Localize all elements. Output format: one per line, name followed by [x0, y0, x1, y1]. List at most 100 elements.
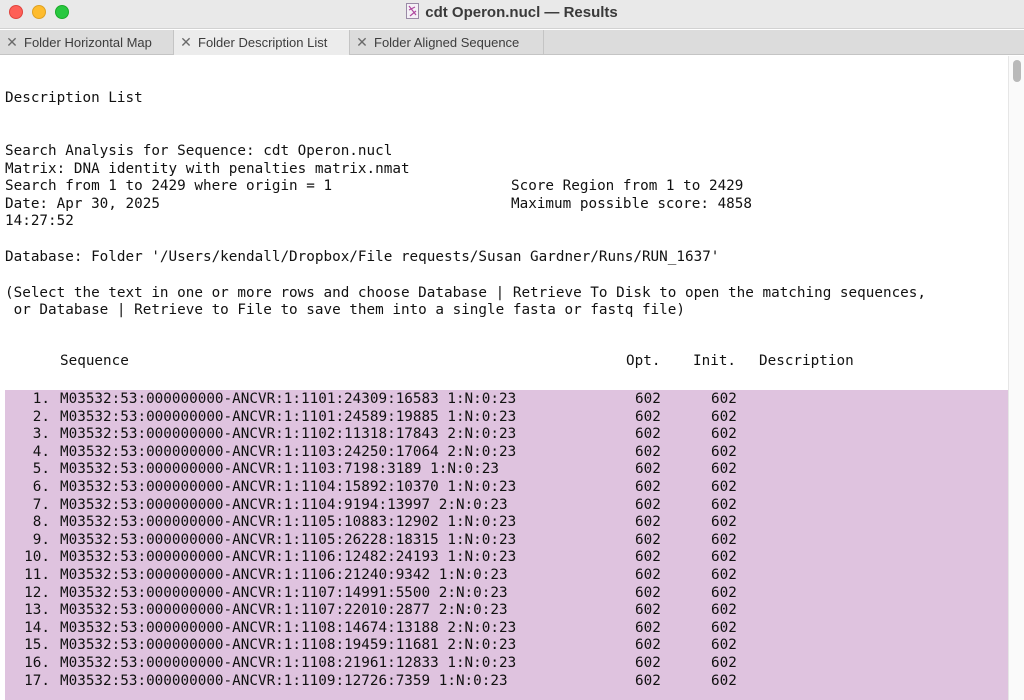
sequence-name: M03532:53:000000000-ANCVR:1:1106:12482:2… [60, 549, 517, 566]
max-score-line: Maximum possible score: 4858 [511, 195, 753, 212]
close-tab-icon[interactable]: ✕ [174, 34, 198, 51]
row-number: 15. [24, 637, 50, 654]
time-line: 14:27:52 [5, 213, 74, 230]
search-range-line: Search from 1 to 2429 where origin = 1 [5, 178, 333, 195]
sequence-name: M03532:53:000000000-ANCVR:1:1108:14674:1… [60, 619, 517, 636]
opt-score: 602 [635, 443, 661, 460]
tab-folder-horizontal-map[interactable]: ✕ Folder Horizontal Map [0, 30, 174, 55]
tab-folder-description-list[interactable]: ✕ Folder Description List [174, 30, 350, 55]
opt-score: 602 [635, 672, 661, 689]
row-number: 2. [32, 408, 50, 425]
table-row[interactable]: 11. M03532:53:000000000-ANCVR:1:1106:2124… [5, 567, 1008, 585]
init-score: 602 [711, 584, 737, 601]
column-header-description: Description [759, 353, 854, 369]
tab-folder-aligned-sequence[interactable]: ✕ Folder Aligned Sequence [350, 30, 544, 55]
title-bar: cdt Operon.nucl — Results [0, 0, 1024, 29]
opt-score: 602 [635, 514, 661, 531]
row-number: 6. [32, 479, 50, 495]
opt-score: 602 [635, 637, 661, 654]
results-list[interactable]: 1. M03532:53:000000000-ANCVR:1:1101:24309… [5, 390, 1008, 700]
row-number: 13. [24, 602, 50, 619]
table-row[interactable]: 9. M03532:53:000000000-ANCVR:1:1105:26228… [5, 532, 1008, 550]
row-number: 7. [32, 496, 50, 513]
init-score: 602 [711, 672, 737, 689]
table-row[interactable]: 12. M03532:53:000000000-ANCVR:1:1107:1499… [5, 585, 1008, 603]
table-row[interactable]: 15. M03532:53:000000000-ANCVR:1:1108:1945… [5, 637, 1008, 655]
row-number: 17. [24, 672, 50, 689]
table-row[interactable]: 2. M03532:53:000000000-ANCVR:1:1101:24589… [5, 409, 1008, 427]
opt-score: 602 [635, 408, 661, 425]
scrollbar-thumb[interactable] [1013, 60, 1021, 82]
opt-score: 602 [635, 426, 661, 443]
close-tab-icon[interactable]: ✕ [0, 34, 24, 51]
init-score: 602 [711, 391, 737, 407]
row-number: 14. [24, 619, 50, 636]
init-score: 602 [711, 461, 737, 478]
results-text-view[interactable]: Description List Search Analysis for Seq… [0, 56, 1008, 700]
init-score: 602 [711, 549, 737, 566]
row-number: 9. [32, 531, 50, 548]
table-row[interactable]: 3. M03532:53:000000000-ANCVR:1:1102:11318… [5, 426, 1008, 444]
table-row[interactable]: 7. M03532:53:000000000-ANCVR:1:1104:9194:… [5, 497, 1008, 515]
row-number: 5. [32, 461, 50, 478]
database-line: Database: Folder '/Users/kendall/Dropbox… [5, 249, 720, 265]
vertical-scrollbar[interactable] [1008, 56, 1024, 700]
opt-score: 602 [635, 549, 661, 566]
score-region-line: Score Region from 1 to 2429 [511, 178, 744, 195]
search-analysis-line: Search Analysis for Sequence: cdt Operon… [5, 143, 393, 159]
sequence-name: M03532:53:000000000-ANCVR:1:1101:24589:1… [60, 408, 517, 425]
table-row[interactable]: 1. M03532:53:000000000-ANCVR:1:1101:24309… [5, 391, 1008, 409]
opt-score: 602 [635, 479, 661, 495]
table-row[interactable]: 16. M03532:53:000000000-ANCVR:1:1108:2196… [5, 655, 1008, 673]
opt-score: 602 [635, 619, 661, 636]
opt-score: 602 [635, 655, 661, 671]
init-score: 602 [711, 567, 737, 583]
init-score: 602 [711, 531, 737, 548]
row-number: 10. [24, 549, 50, 566]
init-score: 602 [711, 514, 737, 531]
table-row[interactable]: 14. M03532:53:000000000-ANCVR:1:1108:1467… [5, 620, 1008, 638]
window-title-text: cdt Operon.nucl — Results [425, 4, 618, 21]
table-row[interactable]: 5. M03532:53:000000000-ANCVR:1:1103:7198:… [5, 461, 1008, 479]
report-heading: Description List [5, 90, 143, 106]
opt-score: 602 [635, 602, 661, 619]
tab-label: Folder Aligned Sequence [374, 35, 520, 50]
close-tab-icon[interactable]: ✕ [350, 34, 374, 51]
row-number: 3. [32, 426, 50, 443]
table-row[interactable]: 8. M03532:53:000000000-ANCVR:1:1105:10883… [5, 514, 1008, 532]
init-score: 602 [711, 426, 737, 443]
sequence-name: M03532:53:000000000-ANCVR:1:1102:11318:1… [60, 426, 517, 443]
init-score: 602 [711, 408, 737, 425]
column-header-sequence: Sequence [60, 353, 129, 369]
sequence-name: M03532:53:000000000-ANCVR:1:1105:26228:1… [60, 531, 517, 548]
sequence-name: M03532:53:000000000-ANCVR:1:1103:7198:31… [60, 461, 499, 478]
sequence-name: M03532:53:000000000-ANCVR:1:1109:12726:7… [60, 672, 508, 689]
sequence-name: M03532:53:000000000-ANCVR:1:1104:9194:13… [60, 496, 508, 513]
table-row[interactable]: 17. M03532:53:000000000-ANCVR:1:1109:1272… [5, 673, 1008, 691]
init-score: 602 [711, 655, 737, 671]
date-line: Date: Apr 30, 2025 [5, 195, 160, 212]
sequence-name: M03532:53:000000000-ANCVR:1:1108:21961:1… [60, 655, 517, 671]
sequence-name: M03532:53:000000000-ANCVR:1:1107:14991:5… [60, 584, 508, 601]
table-row[interactable]: 13. M03532:53:000000000-ANCVR:1:1107:2201… [5, 602, 1008, 620]
opt-score: 602 [635, 567, 661, 583]
row-number: 4. [32, 443, 50, 460]
init-score: 602 [711, 619, 737, 636]
document-icon [406, 3, 420, 23]
row-number: 11. [24, 567, 50, 583]
row-number: 1. [32, 391, 50, 407]
init-score: 602 [711, 637, 737, 654]
table-row[interactable]: 10. M03532:53:000000000-ANCVR:1:1106:1248… [5, 549, 1008, 567]
column-header-init: Init. [693, 353, 737, 369]
table-row[interactable]: 6. M03532:53:000000000-ANCVR:1:1104:15892… [5, 479, 1008, 497]
init-score: 602 [711, 479, 737, 495]
tab-label: Folder Horizontal Map [24, 35, 152, 50]
window-title: cdt Operon.nucl — Results [0, 3, 1024, 23]
row-number: 16. [24, 655, 50, 671]
table-row[interactable]: 4. M03532:53:000000000-ANCVR:1:1103:24250… [5, 444, 1008, 462]
opt-score: 602 [635, 531, 661, 548]
instructions-line-2: or Database | Retrieve to File to save t… [5, 302, 685, 319]
sequence-name: M03532:53:000000000-ANCVR:1:1106:21240:9… [60, 567, 508, 583]
sequence-name: M03532:53:000000000-ANCVR:1:1107:22010:2… [60, 602, 508, 619]
opt-score: 602 [635, 391, 661, 407]
